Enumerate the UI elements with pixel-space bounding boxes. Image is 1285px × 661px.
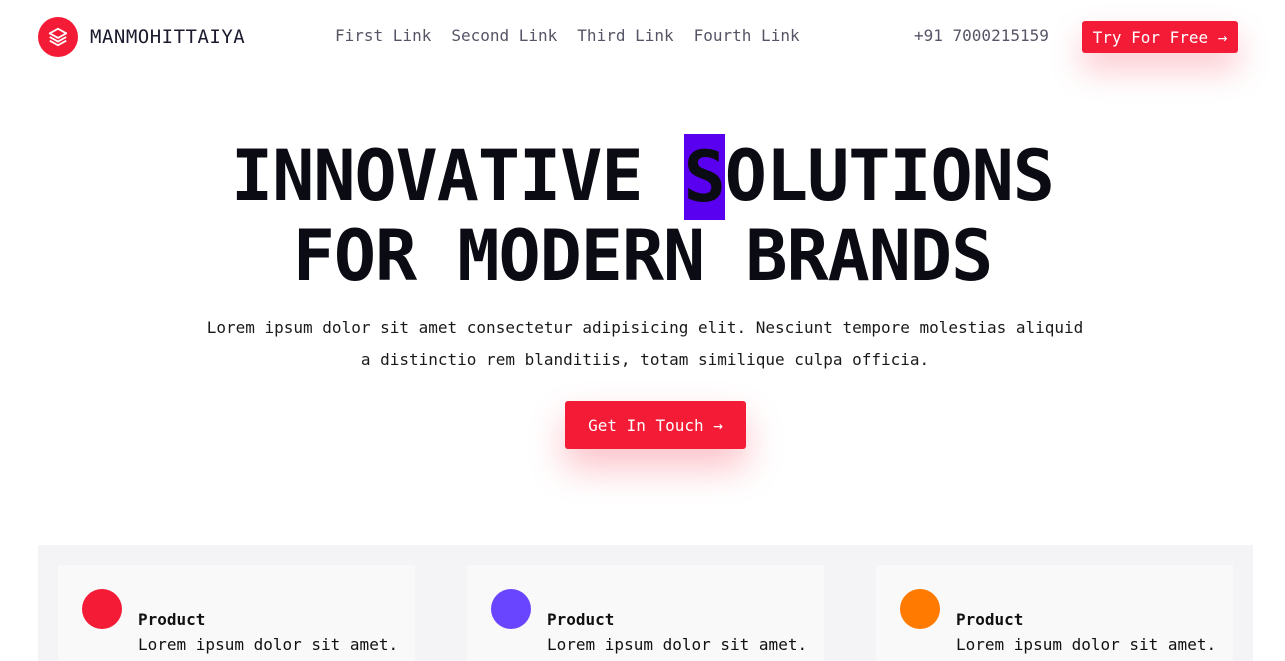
nav-link-first[interactable]: First Link (335, 26, 431, 45)
get-in-touch-button[interactable]: Get In Touch → (565, 401, 746, 449)
feature-card: Product Lorem ipsum dolor sit amet. (467, 565, 824, 661)
feature-dot-icon (82, 589, 122, 629)
feature-text: Lorem ipsum dolor sit amet. (138, 635, 399, 654)
nav-link-second[interactable]: Second Link (451, 26, 557, 45)
hero-title-line1-end: OLUTIONS (724, 135, 1055, 217)
feature-title: Product (956, 610, 1024, 629)
try-for-free-button[interactable]: Try For Free → (1082, 21, 1238, 53)
feature-text: Lorem ipsum dolor sit amet. (547, 635, 808, 654)
feature-card: Product Lorem ipsum dolor sit amet. (58, 565, 415, 661)
layers-icon (38, 17, 78, 57)
feature-card: Product Lorem ipsum dolor sit amet. (876, 565, 1233, 661)
feature-text: Lorem ipsum dolor sit amet. (956, 635, 1217, 654)
brand-logo[interactable]: MANMOHITTAIYA (38, 17, 245, 57)
navbar: MANMOHITTAIYA First Link Second Link Thi… (0, 0, 1285, 74)
features-section: Product Lorem ipsum dolor sit amet. Prod… (38, 545, 1253, 661)
hero-title-highlight: S (683, 134, 726, 220)
feature-dot-icon (491, 589, 531, 629)
feature-title: Product (138, 610, 206, 629)
nav-links: First Link Second Link Third Link Fourth… (335, 26, 800, 45)
hero-title: INNOVATIVE SOLUTIONS FOR MODERN BRANDS (0, 134, 1285, 293)
feature-title: Product (547, 610, 615, 629)
feature-dot-icon (900, 589, 940, 629)
hero-title-line2: FOR MODERN BRANDS (292, 215, 993, 297)
nav-link-third[interactable]: Third Link (577, 26, 673, 45)
brand-name: MANMOHITTAIYA (90, 26, 246, 48)
nav-link-fourth[interactable]: Fourth Link (694, 26, 800, 45)
hero-title-line1-start: INNOVATIVE (231, 135, 684, 217)
hero-description: Lorem ipsum dolor sit amet consectetur a… (206, 318, 1084, 369)
phone-number: +91 7000215159 (914, 26, 1049, 45)
